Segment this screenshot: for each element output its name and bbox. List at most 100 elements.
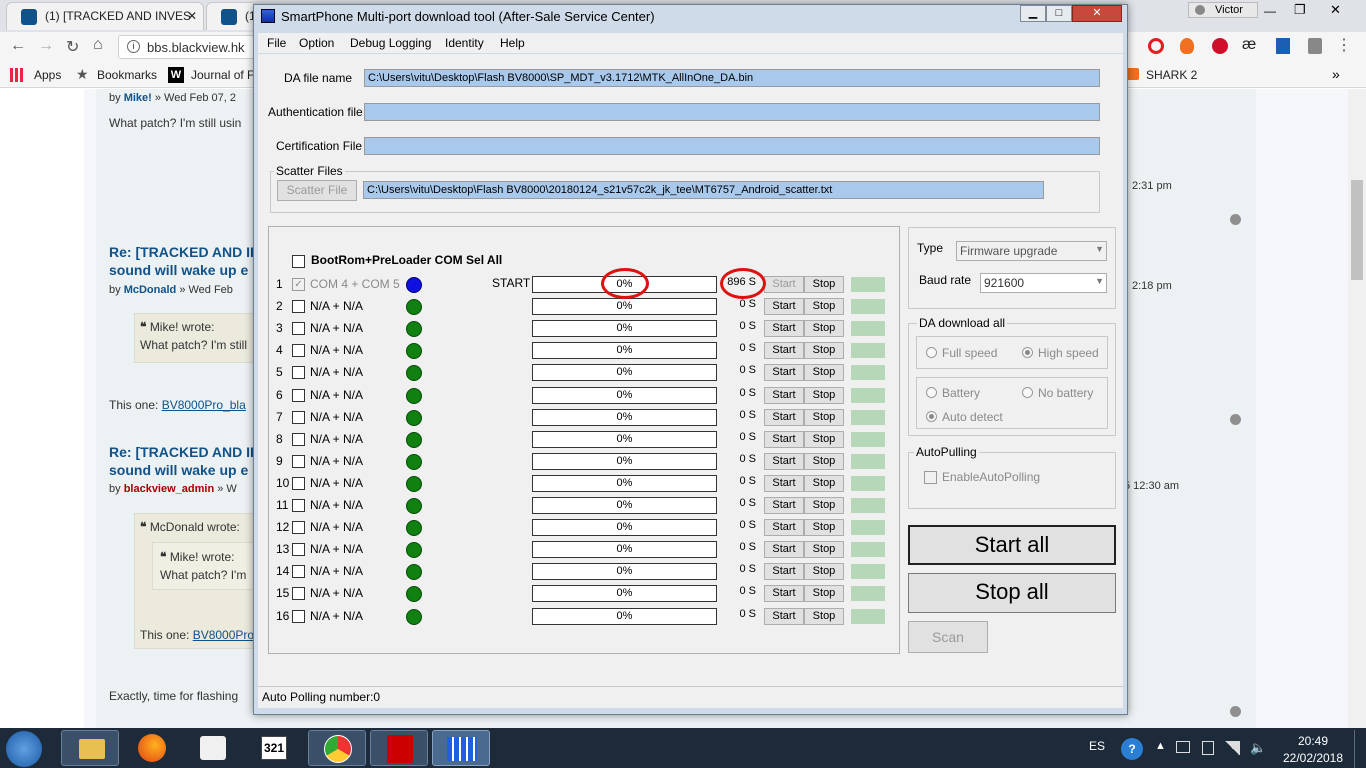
restore-window-icon[interactable]: ❐ bbox=[1294, 2, 1306, 18]
close-window-icon[interactable]: ✕ bbox=[1330, 2, 1341, 18]
port-checkbox[interactable] bbox=[292, 565, 305, 578]
browser-tab-1[interactable]: (1) [TRACKED AND INVES ✕ bbox=[6, 2, 204, 30]
top-arrow-icon[interactable] bbox=[1230, 214, 1241, 225]
no-battery-radio[interactable] bbox=[1022, 387, 1033, 398]
port-start-button[interactable]: Start bbox=[764, 563, 804, 580]
port-stop-button[interactable]: Stop bbox=[804, 519, 844, 536]
port-checkbox[interactable] bbox=[292, 389, 305, 402]
port-checkbox[interactable] bbox=[292, 477, 305, 490]
taskbar-firefox[interactable] bbox=[123, 730, 181, 766]
port-stop-button[interactable]: Stop bbox=[804, 475, 844, 492]
menu-help[interactable]: Help bbox=[500, 36, 525, 50]
port-start-button[interactable]: Start bbox=[764, 585, 804, 602]
port-stop-button[interactable]: Stop bbox=[804, 585, 844, 602]
network-icon[interactable] bbox=[1224, 741, 1240, 755]
port-stop-button[interactable]: Stop bbox=[804, 453, 844, 470]
da-file-field[interactable]: C:\Users\vitu\Desktop\Flash BV8000\SP_MD… bbox=[364, 69, 1100, 87]
device-icon[interactable] bbox=[1202, 741, 1214, 755]
cert-file-field[interactable] bbox=[364, 137, 1100, 155]
bookmark-bookmarks[interactable]: Bookmarks bbox=[97, 68, 157, 82]
port-checkbox[interactable] bbox=[292, 587, 305, 600]
quote-attachment-link[interactable]: BV8000Pro bbox=[193, 628, 254, 642]
flag-icon[interactable] bbox=[1176, 741, 1190, 753]
port-stop-button[interactable]: Stop bbox=[804, 541, 844, 558]
port-checkbox[interactable] bbox=[292, 366, 305, 379]
port-stop-button[interactable]: Stop bbox=[804, 563, 844, 580]
port-start-button[interactable]: Start bbox=[764, 497, 804, 514]
apps-icon[interactable] bbox=[10, 68, 24, 82]
taskbar-chrome[interactable] bbox=[308, 730, 366, 766]
port-checkbox[interactable] bbox=[292, 322, 305, 335]
port-start-button[interactable]: Start bbox=[764, 387, 804, 404]
port-checkbox[interactable] bbox=[292, 521, 305, 534]
post3-author[interactable]: blackview_admin bbox=[124, 483, 215, 495]
profile-button[interactable]: Victor bbox=[1188, 2, 1258, 18]
home-icon[interactable]: ⌂ bbox=[93, 36, 103, 54]
app-close-icon[interactable]: ✕ bbox=[1072, 5, 1122, 22]
port-start-button[interactable]: Start bbox=[764, 431, 804, 448]
show-hidden-icons-icon[interactable]: ▲ bbox=[1155, 740, 1166, 752]
post3-title-a[interactable]: Re: [TRACKED AND II bbox=[109, 443, 254, 461]
forward-icon[interactable]: → bbox=[38, 37, 54, 55]
scatter-file-button[interactable]: Scatter File bbox=[277, 180, 357, 201]
enable-autopolling-checkbox[interactable] bbox=[924, 471, 937, 484]
port-stop-button[interactable]: Stop bbox=[804, 387, 844, 404]
port-checkbox[interactable]: ✓ bbox=[292, 278, 305, 291]
port-start-button[interactable]: Start bbox=[764, 342, 804, 359]
top-arrow-icon[interactable] bbox=[1230, 414, 1241, 425]
post1-author[interactable]: Mike! bbox=[124, 92, 152, 104]
port-start-button[interactable]: Start bbox=[764, 298, 804, 315]
port-start-button[interactable]: Start bbox=[764, 519, 804, 536]
bootrom-select-all-checkbox[interactable] bbox=[292, 255, 305, 268]
close-tab-icon[interactable]: ✕ bbox=[187, 9, 197, 23]
baud-rate-select[interactable]: 921600 ▼ bbox=[980, 273, 1107, 293]
browser-tab-2[interactable]: (1 bbox=[206, 2, 258, 30]
post2-author[interactable]: McDonald bbox=[124, 284, 177, 296]
port-checkbox[interactable] bbox=[292, 455, 305, 468]
clock-date[interactable]: 22/02/2018 bbox=[1280, 751, 1346, 765]
port-stop-button[interactable]: Stop bbox=[804, 497, 844, 514]
app-maximize-icon[interactable]: □ bbox=[1046, 5, 1072, 22]
taskbar-explorer[interactable] bbox=[61, 730, 119, 766]
port-start-button[interactable]: Start bbox=[764, 475, 804, 492]
scan-button[interactable]: Scan bbox=[908, 621, 988, 653]
port-start-button[interactable]: Start bbox=[764, 409, 804, 426]
port-checkbox[interactable] bbox=[292, 344, 305, 357]
ae-extension-icon[interactable]: æ bbox=[1242, 36, 1256, 54]
menu-debug-logging[interactable]: Debug Logging bbox=[350, 36, 431, 50]
battery-radio[interactable] bbox=[926, 387, 937, 398]
info-icon[interactable]: i bbox=[127, 40, 140, 53]
port-checkbox[interactable] bbox=[292, 499, 305, 512]
back-icon[interactable]: ← bbox=[10, 37, 26, 55]
port-stop-button[interactable]: Stop bbox=[804, 320, 844, 337]
taskbar-media[interactable] bbox=[184, 730, 242, 766]
port-stop-button[interactable]: Stop bbox=[804, 409, 844, 426]
port-start-button[interactable]: Start bbox=[764, 364, 804, 381]
bookmark-shark[interactable]: SHARK 2 bbox=[1146, 68, 1197, 82]
show-desktop-button[interactable] bbox=[1354, 730, 1366, 768]
high-speed-radio[interactable] bbox=[1022, 347, 1033, 358]
fire-extension-icon[interactable] bbox=[1180, 38, 1194, 54]
taskbar-download-tool[interactable] bbox=[432, 730, 490, 766]
port-checkbox[interactable] bbox=[292, 433, 305, 446]
menu-option[interactable]: Option bbox=[299, 36, 334, 50]
auto-detect-radio[interactable] bbox=[926, 411, 937, 422]
scatter-file-field[interactable]: C:\Users\vitu\Desktop\Flash BV8000\20180… bbox=[363, 181, 1044, 199]
port-stop-button[interactable]: Stop bbox=[804, 431, 844, 448]
menu-file[interactable]: File bbox=[267, 36, 286, 50]
attachment-link[interactable]: BV8000Pro_bla bbox=[162, 398, 246, 412]
port-stop-button[interactable]: Stop bbox=[804, 364, 844, 381]
port-stop-button[interactable]: Stop bbox=[804, 298, 844, 315]
language-indicator[interactable]: ES bbox=[1089, 739, 1105, 753]
app-minimize-icon[interactable]: ▁ bbox=[1020, 5, 1046, 22]
post3-title-b[interactable]: sound will wake up e bbox=[109, 461, 248, 479]
menu-icon[interactable]: ⋮ bbox=[1336, 35, 1352, 55]
puzzle-extension-icon[interactable] bbox=[1308, 38, 1322, 54]
type-select[interactable]: Firmware upgrade ▼ bbox=[956, 241, 1107, 261]
menu-identity[interactable]: Identity bbox=[445, 36, 484, 50]
reload-icon[interactable]: ↻ bbox=[66, 37, 79, 57]
volume-icon[interactable]: 🔈 bbox=[1250, 740, 1266, 756]
port-start-button[interactable]: Start bbox=[764, 608, 804, 625]
port-stop-button[interactable]: Stop bbox=[804, 276, 844, 293]
help-icon[interactable]: ? bbox=[1121, 738, 1143, 760]
